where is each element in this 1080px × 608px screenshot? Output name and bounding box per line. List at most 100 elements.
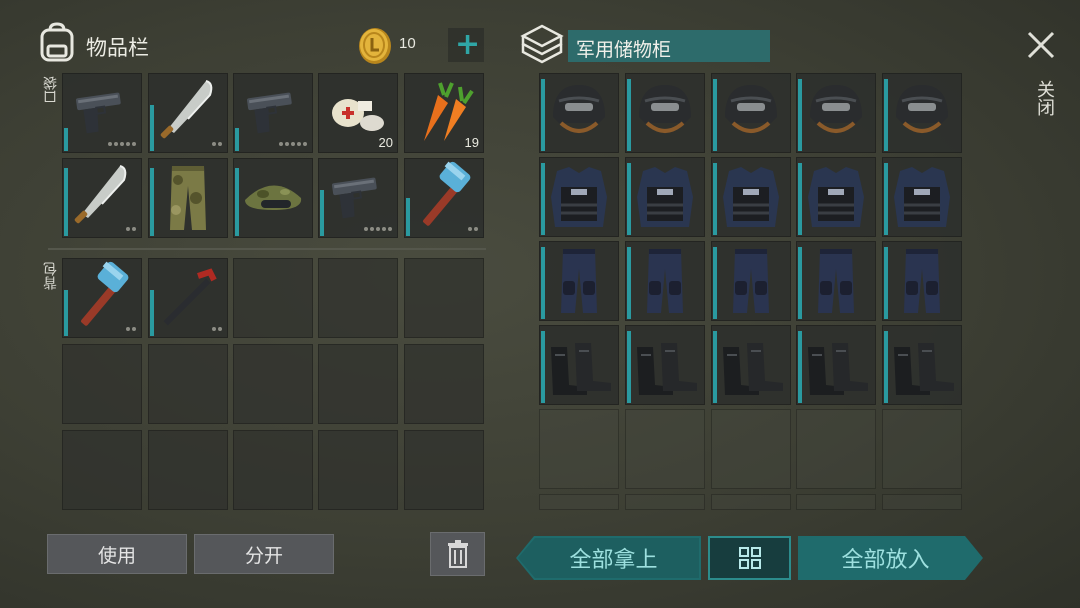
pocket-label: 口袋 bbox=[43, 76, 59, 104]
pocket-slot[interactable] bbox=[148, 158, 228, 238]
storage-empty-slot[interactable] bbox=[882, 409, 962, 489]
storage-slot[interactable] bbox=[882, 241, 962, 321]
storage-slot[interactable] bbox=[796, 157, 876, 237]
storage-slot[interactable] bbox=[711, 157, 791, 237]
durability-bar bbox=[235, 128, 239, 151]
backpack-slot[interactable] bbox=[318, 258, 398, 338]
storage-empty-slot[interactable] bbox=[625, 494, 705, 510]
crowbar-icon bbox=[148, 258, 228, 338]
split-button-label: 分开 bbox=[244, 544, 283, 567]
pistol-icon bbox=[233, 73, 313, 153]
durability-bar bbox=[406, 198, 410, 236]
take-all-label: 全部拿上 bbox=[569, 548, 658, 573]
boots-icon bbox=[711, 325, 791, 405]
durability-bar bbox=[798, 163, 802, 235]
durability-bar bbox=[320, 190, 324, 236]
durability-bar bbox=[235, 168, 239, 236]
pocket-slot[interactable] bbox=[233, 158, 313, 238]
durability-bar bbox=[798, 331, 802, 403]
pocket-slot[interactable]: 20 bbox=[318, 73, 398, 153]
pocket-slot[interactable] bbox=[62, 158, 142, 238]
backpack-slot[interactable] bbox=[148, 344, 228, 424]
durability-bar bbox=[627, 331, 631, 403]
storage-slot[interactable] bbox=[711, 241, 791, 321]
pocket-slot[interactable] bbox=[62, 73, 142, 153]
delete-button[interactable] bbox=[430, 532, 485, 576]
sort-grid-button[interactable] bbox=[708, 536, 791, 580]
locker-icon bbox=[519, 22, 565, 64]
storage-slot[interactable] bbox=[539, 73, 619, 153]
durability-bar bbox=[713, 247, 717, 319]
ammo-dots bbox=[212, 327, 222, 331]
durability-bar bbox=[884, 163, 888, 235]
durability-bar bbox=[541, 79, 545, 151]
pocket-slot[interactable] bbox=[318, 158, 398, 238]
backpack-slot[interactable] bbox=[318, 344, 398, 424]
storage-slot[interactable] bbox=[711, 73, 791, 153]
storage-slot[interactable] bbox=[625, 325, 705, 405]
backpack-slot[interactable] bbox=[233, 430, 313, 510]
ammo-dots bbox=[364, 227, 392, 231]
put-all-label: 全部放入 bbox=[841, 548, 930, 573]
storage-slot[interactable] bbox=[625, 157, 705, 237]
pocket-slot[interactable] bbox=[148, 73, 228, 153]
add-coins-button[interactable]: + bbox=[448, 28, 484, 62]
storage-slot[interactable] bbox=[711, 325, 791, 405]
storage-slot[interactable] bbox=[625, 73, 705, 153]
close-icon bbox=[1027, 31, 1055, 59]
item-quantity: 19 bbox=[464, 135, 479, 150]
storage-empty-slot[interactable] bbox=[539, 494, 619, 510]
split-button[interactable]: 分开 bbox=[194, 534, 334, 574]
put-all-button[interactable]: 全部放入 bbox=[798, 536, 983, 580]
storage-slot[interactable] bbox=[796, 241, 876, 321]
swat-pants-icon bbox=[796, 241, 876, 321]
pocket-slot[interactable] bbox=[404, 158, 484, 238]
storage-slot[interactable] bbox=[882, 73, 962, 153]
storage-empty-slot[interactable] bbox=[711, 494, 791, 510]
backpack-slot[interactable] bbox=[62, 258, 142, 338]
storage-slot[interactable] bbox=[882, 325, 962, 405]
storage-empty-slot[interactable] bbox=[796, 409, 876, 489]
storage-slot[interactable] bbox=[625, 241, 705, 321]
backpack-slot[interactable] bbox=[404, 344, 484, 424]
helmet-icon bbox=[711, 73, 791, 153]
vest-icon bbox=[711, 157, 791, 237]
pocket-slot[interactable]: 19 bbox=[404, 73, 484, 153]
storage-slot[interactable] bbox=[882, 157, 962, 237]
backpack-slot[interactable] bbox=[404, 258, 484, 338]
storage-empty-slot[interactable] bbox=[625, 409, 705, 489]
storage-slot[interactable] bbox=[796, 73, 876, 153]
backpack-slot[interactable] bbox=[233, 344, 313, 424]
storage-slot[interactable] bbox=[539, 157, 619, 237]
vest-icon bbox=[796, 157, 876, 237]
pocket-slot[interactable] bbox=[233, 73, 313, 153]
use-button[interactable]: 使用 bbox=[47, 534, 187, 574]
storage-empty-slot[interactable] bbox=[711, 409, 791, 489]
take-all-button[interactable]: 全部拿上 bbox=[516, 536, 701, 580]
storage-slot[interactable] bbox=[539, 241, 619, 321]
swat-pants-icon bbox=[625, 241, 705, 321]
storage-title-box: 军用储物柜 bbox=[568, 30, 770, 62]
storage-empty-slot[interactable] bbox=[796, 494, 876, 510]
backpack-slot[interactable] bbox=[148, 258, 228, 338]
backpack-slot[interactable] bbox=[62, 344, 142, 424]
durability-bar bbox=[798, 79, 802, 151]
durability-bar bbox=[541, 331, 545, 403]
durability-bar bbox=[884, 331, 888, 403]
helmet-icon bbox=[882, 73, 962, 153]
backpack-slot[interactable] bbox=[148, 430, 228, 510]
close-button[interactable]: 关闭 bbox=[1016, 26, 1066, 136]
backpack-icon bbox=[38, 22, 76, 62]
storage-empty-slot[interactable] bbox=[882, 494, 962, 510]
storage-empty-slot[interactable] bbox=[539, 409, 619, 489]
backpack-slot[interactable] bbox=[233, 258, 313, 338]
boots-icon bbox=[539, 325, 619, 405]
backpack-slot[interactable] bbox=[62, 430, 142, 510]
ammo-dots bbox=[468, 227, 478, 231]
use-button-label: 使用 bbox=[97, 544, 136, 567]
ammo-dots bbox=[126, 227, 136, 231]
storage-slot[interactable] bbox=[539, 325, 619, 405]
storage-slot[interactable] bbox=[796, 325, 876, 405]
backpack-slot[interactable] bbox=[404, 430, 484, 510]
backpack-slot[interactable] bbox=[318, 430, 398, 510]
